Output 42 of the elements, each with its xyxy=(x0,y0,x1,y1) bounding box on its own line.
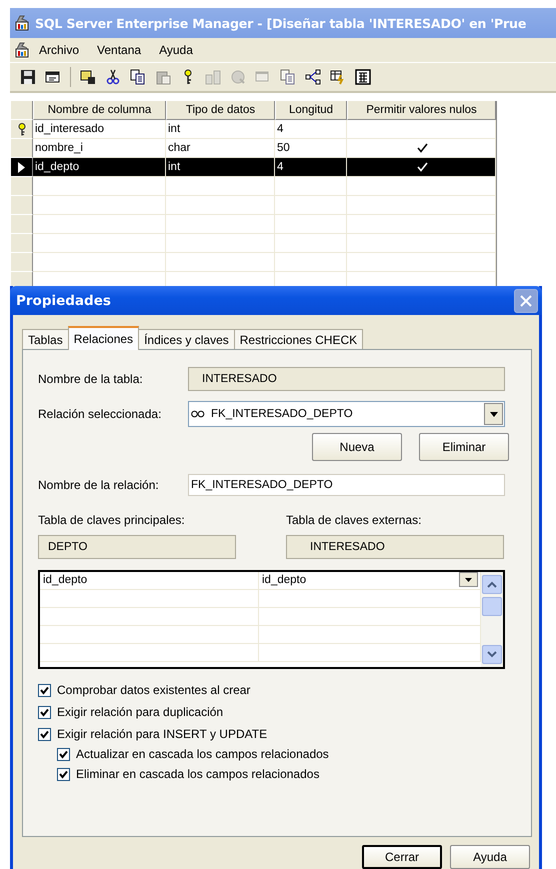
checkbox-label[interactable]: Actualizar en cascada los campos relacionados xyxy=(76,747,329,762)
checkbox-label[interactable]: Eliminar en cascada los campos relacionados xyxy=(76,767,320,782)
menu-item[interactable]: Ventana xyxy=(88,43,150,57)
foreign-table-field: INTERESADO xyxy=(286,535,504,560)
field-label: Relación seleccionada: xyxy=(38,407,162,422)
table-name-field: INTERESADO xyxy=(188,367,505,392)
table-cell[interactable]: id_depto xyxy=(40,572,259,590)
table-row[interactable]: id_interesado int 4 xyxy=(10,120,496,139)
dialog-button[interactable]: Eliminar xyxy=(419,433,509,462)
table-cell[interactable]: id_depto xyxy=(262,572,306,590)
table-row[interactable]: id_depto int 4 xyxy=(10,158,496,177)
column-header[interactable]: Longitud xyxy=(275,101,347,120)
tab[interactable]: Relaciones xyxy=(68,326,140,350)
field-label: Nombre de la relación: xyxy=(38,478,160,492)
primary-table-field: DEPTO xyxy=(38,535,236,560)
column-header[interactable]: Nombre de columna xyxy=(33,101,166,120)
checkbox-label[interactable]: Exigir relación para duplicación xyxy=(57,705,224,720)
table-cell[interactable]: int xyxy=(166,120,275,139)
checkbox-label[interactable]: Comprobar datos existentes al crear xyxy=(57,683,250,698)
column-header[interactable]: Tipo de datos xyxy=(166,101,275,120)
table-cell[interactable]: 4 xyxy=(275,158,347,177)
field-label: Tabla de claves principales: xyxy=(38,513,186,528)
dialog-button[interactable]: Nueva xyxy=(312,433,402,462)
table-cell[interactable]: id_depto xyxy=(33,158,166,177)
tab[interactable]: Restricciones CHECK xyxy=(234,329,364,350)
dialog-button[interactable]: Cerrar xyxy=(362,845,442,869)
menu-item[interactable]: Archivo xyxy=(30,43,88,57)
window-title: SQL Server Enterprise Manager - [Diseñar tabla 'INTERESADO' en 'Prue xyxy=(35,16,526,30)
tab[interactable]: Índices y claves xyxy=(138,329,235,350)
table-cell[interactable]: id_interesado xyxy=(33,120,166,139)
table-cell[interactable]: 4 xyxy=(275,120,347,139)
checkbox-label[interactable]: Exigir relación para INSERT y UPDATE xyxy=(57,727,268,742)
table-cell[interactable]: int xyxy=(166,158,275,177)
relation-name-field[interactable]: FK_INTERESADO_DEPTO xyxy=(188,474,505,496)
dialog-title: Propiedades xyxy=(16,292,111,309)
column-header[interactable]: Permitir valores nulos xyxy=(347,101,496,120)
relation-dropdown[interactable]: FK_INTERESADO_DEPTO xyxy=(188,401,505,428)
tab[interactable]: Tablas xyxy=(22,329,69,350)
field-label: Nombre de la tabla: xyxy=(38,372,144,386)
dialog-button[interactable]: Ayuda xyxy=(450,845,530,869)
menu-item[interactable]: Ayuda xyxy=(150,43,202,57)
field-label: Tabla de claves externas: xyxy=(286,513,422,528)
